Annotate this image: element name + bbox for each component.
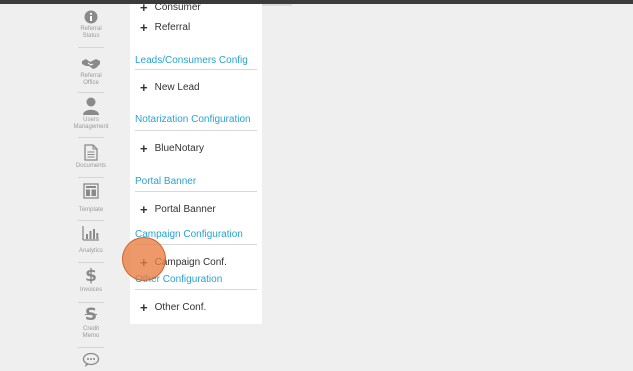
menu-item-other-conf[interactable]: + Other Conf. xyxy=(140,299,207,315)
plus-icon: + xyxy=(140,140,148,156)
divider xyxy=(78,177,104,178)
sidebar-rail: Referral Status Referral Office Users Ma… xyxy=(70,4,112,371)
section-title-notarization: Notarization Configuration xyxy=(135,114,251,125)
menu-item-label: Other Conf. xyxy=(154,302,207,313)
top-bar-tab xyxy=(262,4,292,6)
sidebar-item-label: Referral Office xyxy=(80,73,102,86)
divider xyxy=(78,347,104,348)
sidebar-item-label: Credit Memo xyxy=(82,326,100,339)
sidebar-item-referral-status[interactable]: Referral Status xyxy=(70,10,112,40)
sidebar-item-label: Template xyxy=(78,207,104,213)
menu-item-label: Consumer xyxy=(154,2,201,13)
template-icon xyxy=(83,183,99,199)
sidebar-item-template[interactable]: Template xyxy=(70,183,112,214)
sidebar-item-credit-memo[interactable]: S Credit Memo xyxy=(70,306,112,340)
chat-icon xyxy=(82,352,100,367)
divider xyxy=(78,220,104,221)
divider xyxy=(135,69,257,70)
menu-item-label: Referral xyxy=(154,22,191,33)
sidebar-item-label: Referral Status xyxy=(80,26,102,39)
divider xyxy=(78,92,104,93)
analytics-icon xyxy=(82,226,99,241)
menu-item-label: Portal Banner xyxy=(154,204,216,215)
sidebar-item-referral-office[interactable]: Referral Office xyxy=(70,57,112,87)
sidebar-item-chat[interactable] xyxy=(70,352,112,368)
document-icon xyxy=(84,144,98,161)
divider xyxy=(135,130,257,131)
divider xyxy=(78,302,104,303)
dollar-icon: $ xyxy=(85,266,97,286)
menu-item-label: New Lead xyxy=(154,82,200,93)
divider xyxy=(78,47,104,48)
menu-item-referral[interactable]: + Referral xyxy=(140,19,191,35)
handshake-icon xyxy=(82,59,100,69)
sidebar-item-label: Users Management xyxy=(73,117,109,130)
menu-item-portal-banner[interactable]: + Portal Banner xyxy=(140,201,216,217)
plus-icon: + xyxy=(140,0,148,15)
credit-memo-icon: S xyxy=(84,305,98,325)
divider xyxy=(135,289,257,290)
sidebar-item-users-management[interactable]: Users Management xyxy=(70,97,112,131)
divider xyxy=(78,262,104,263)
sidebar-item-label: Invoices xyxy=(79,287,102,293)
plus-icon: + xyxy=(140,19,148,35)
section-title-leads: Leads/Consumers Config xyxy=(135,55,248,66)
divider xyxy=(78,137,104,138)
sidebar-item-analytics[interactable]: Analytics xyxy=(70,225,112,255)
menu-item-new-lead[interactable]: + New Lead xyxy=(140,79,200,95)
plus-icon: + xyxy=(140,201,148,217)
menu-item-bluenotary[interactable]: + BlueNotary xyxy=(140,140,205,156)
divider xyxy=(135,191,257,192)
menu-item-consumer[interactable]: + Consumer xyxy=(140,0,201,15)
menu-item-label: BlueNotary xyxy=(154,143,205,154)
section-title-portal-banner: Portal Banner xyxy=(135,176,197,187)
user-icon xyxy=(83,97,99,115)
sidebar-item-invoices[interactable]: $ Invoices xyxy=(70,267,112,294)
sidebar-item-documents[interactable]: Documents xyxy=(70,144,112,170)
plus-icon: + xyxy=(140,299,148,315)
click-indicator xyxy=(122,237,166,281)
sidebar-item-label: Analytics xyxy=(78,248,103,254)
sidebar-item-label: Documents xyxy=(75,163,107,169)
info-icon xyxy=(84,10,98,24)
plus-icon: + xyxy=(140,79,148,95)
